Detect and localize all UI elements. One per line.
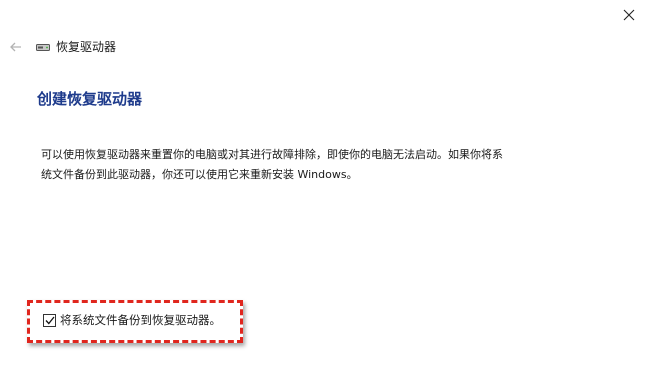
description-line-1: 可以使用恢复驱动器来重置你的电脑或对其进行故障排除，即使你的电脑无法启动。如果你… [41, 148, 503, 161]
backup-system-files-option[interactable]: 将系统文件备份到恢复驱动器。 [43, 313, 221, 327]
window-title: 恢复驱动器 [56, 40, 117, 54]
recovery-drive-window: 恢复驱动器 创建恢复驱动器 可以使用恢复驱动器来重置你的电脑或对其进行故障排除，… [0, 0, 651, 372]
close-button[interactable] [615, 4, 643, 26]
page-heading: 创建恢复驱动器 [37, 90, 143, 108]
checkmark-icon [45, 316, 55, 324]
title-bar: 恢复驱动器 [8, 38, 116, 56]
backup-system-files-checkbox[interactable] [43, 313, 56, 327]
back-arrow-icon [10, 42, 21, 52]
back-button[interactable] [8, 39, 24, 55]
description-text: 可以使用恢复驱动器来重置你的电脑或对其进行故障排除，即使你的电脑无法启动。如果你… [41, 145, 571, 185]
backup-system-files-label: 将系统文件备份到恢复驱动器。 [60, 313, 221, 327]
close-icon [623, 9, 635, 21]
description-line-2: 统文件备份到此驱动器，你还可以使用它来重新安装 Windows。 [41, 168, 358, 181]
drive-icon [36, 43, 50, 52]
